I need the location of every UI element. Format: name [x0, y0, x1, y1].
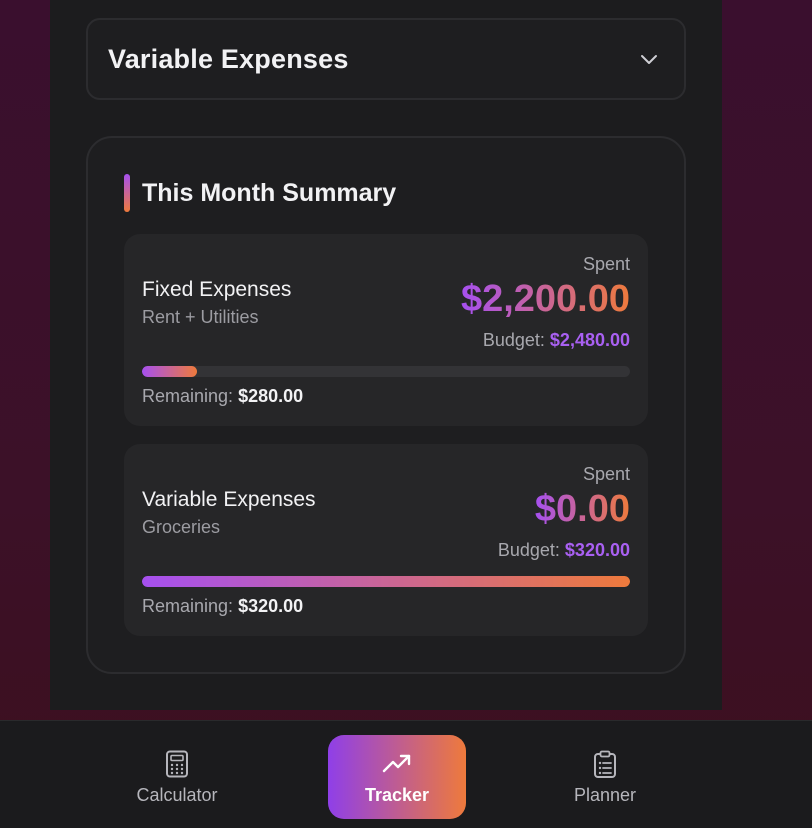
budget-value: $320.00: [564, 540, 630, 560]
accordion-title: Variable Expenses: [108, 43, 349, 74]
summary-title: This Month Summary: [142, 178, 397, 207]
nav-planner[interactable]: Planner: [536, 735, 674, 819]
budget-line: Budget: $2,480.00: [483, 330, 630, 351]
budget-line: Budget: $320.00: [498, 540, 630, 561]
progress-track: [142, 576, 630, 587]
category-name: Fixed Expenses: [142, 278, 292, 301]
budget-value: $2,480.00: [549, 330, 630, 350]
fixed-expenses-card: Fixed Expenses Rent + Utilities Spent $2…: [124, 234, 648, 426]
accent-bar: [124, 174, 130, 212]
category-subtitle: Rent + Utilities: [142, 307, 259, 327]
remaining-label: Remaining:: [142, 596, 234, 616]
nav-tracker[interactable]: Tracker: [328, 735, 466, 819]
progress-fill: [142, 576, 630, 587]
calculator-icon: [165, 749, 189, 779]
category-name: Variable Expenses: [142, 488, 316, 511]
variable-expenses-card: Variable Expenses Groceries Spent $0.00 …: [124, 444, 648, 636]
nav-label: Planner: [573, 784, 637, 805]
budget-label: Budget:: [497, 540, 560, 560]
summary-header: This Month Summary: [124, 174, 396, 212]
budget-label: Budget:: [482, 330, 545, 350]
spent-label: Spent: [582, 464, 630, 484]
month-summary-card: This Month Summary Fixed Expenses Rent +…: [86, 136, 686, 674]
trending-up-icon: [382, 749, 412, 779]
app-content: Variable Expenses This Month Summary Fix…: [50, 0, 722, 710]
progress-track: [142, 366, 630, 377]
remaining-line: Remaining: $280.00: [142, 386, 303, 407]
bottom-nav: Calculator Tracker Planner: [0, 720, 812, 828]
progress-fill: [142, 366, 198, 377]
remaining-label: Remaining:: [142, 386, 234, 406]
category-subtitle: Groceries: [142, 517, 221, 537]
spent-amount: $0.00: [534, 488, 630, 530]
clipboard-list-icon: [593, 749, 617, 779]
spent-amount: $2,200.00: [460, 278, 630, 320]
variable-expenses-accordion[interactable]: Variable Expenses: [86, 18, 686, 100]
nav-label: Tracker: [364, 784, 430, 805]
chevron-down-icon[interactable]: [638, 48, 660, 70]
spent-label: Spent: [582, 254, 630, 274]
remaining-value: $280.00: [238, 386, 304, 406]
nav-calculator[interactable]: Calculator: [108, 735, 246, 819]
remaining-line: Remaining: $320.00: [142, 596, 303, 617]
remaining-value: $320.00: [238, 596, 304, 616]
nav-label: Calculator: [136, 784, 218, 805]
